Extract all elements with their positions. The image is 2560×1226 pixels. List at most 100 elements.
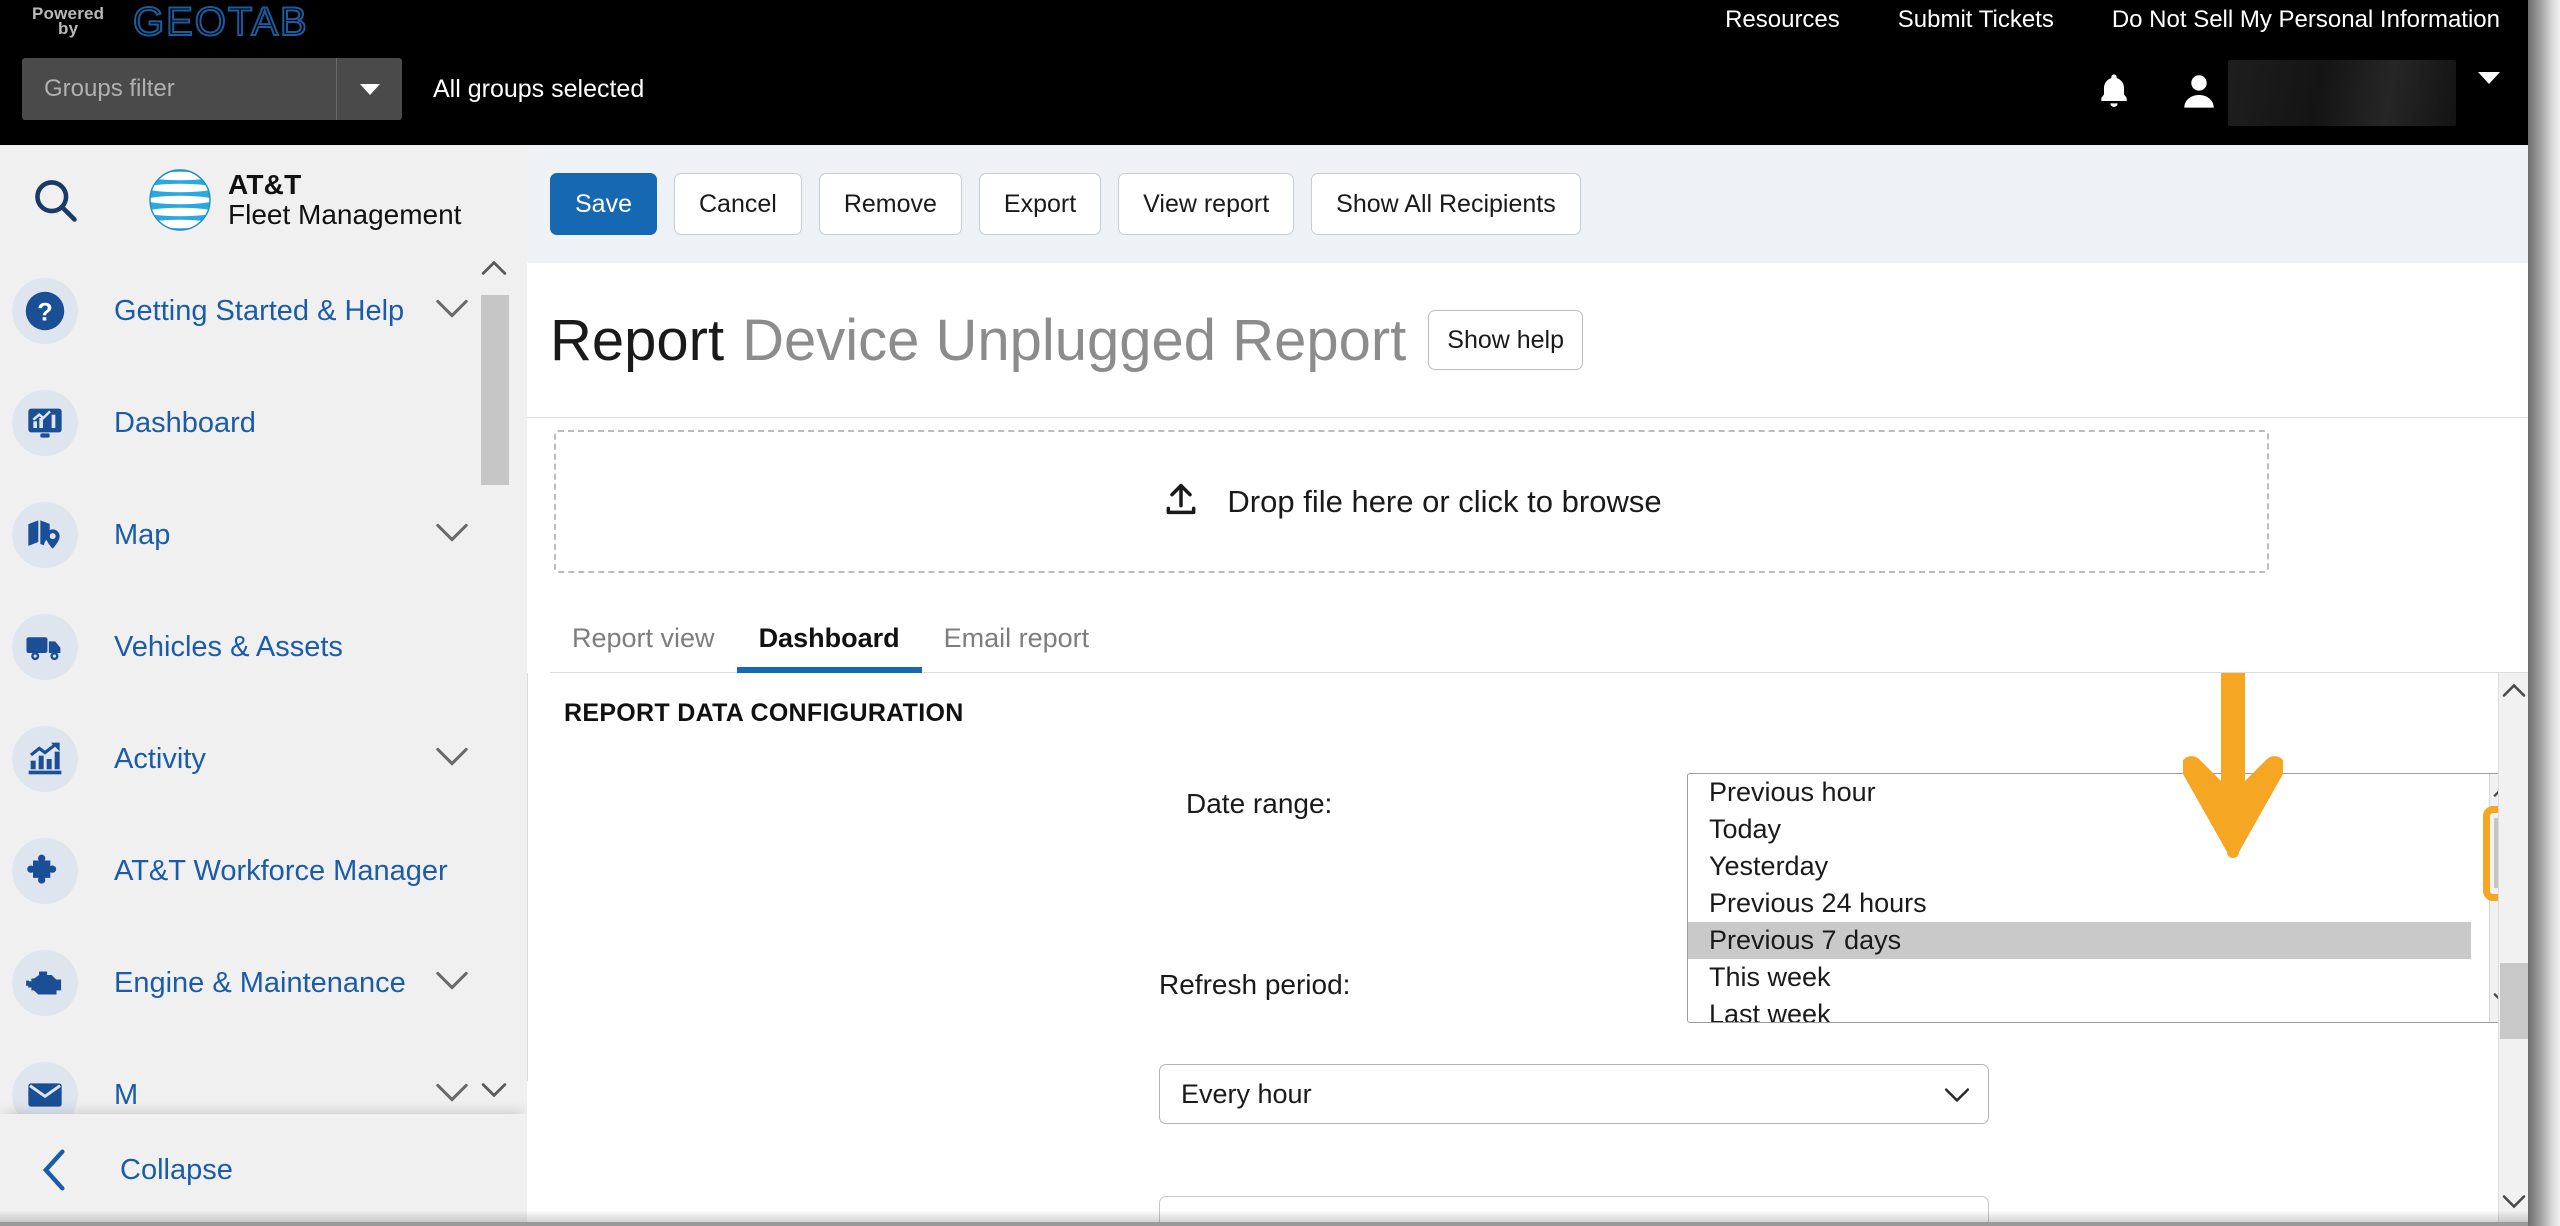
section-title: REPORT DATA CONFIGURATION	[564, 699, 964, 727]
envelope-icon	[12, 1062, 78, 1115]
groups-status-label: All groups selected	[433, 75, 645, 103]
sidebar-item-label: M	[114, 1078, 139, 1111]
top-nav-links: Resources Submit Tickets Do Not Sell My …	[1725, 6, 2500, 34]
scroll-down-icon[interactable]	[479, 1075, 509, 1105]
list-item[interactable]: Today	[1688, 811, 2505, 848]
chevron-down-icon[interactable]	[435, 747, 469, 772]
sidebar-item-label: AT&T Workforce Manager	[114, 854, 448, 887]
sidebar-collapse-button[interactable]: Collapse	[0, 1114, 527, 1226]
tab-report-view[interactable]: Report view	[550, 623, 737, 672]
sidebar-item-getting-started-help[interactable]: ? Getting Started & Help	[0, 255, 527, 367]
account-caret-down-icon[interactable]	[2478, 72, 2500, 102]
scroll-up-icon[interactable]	[2499, 675, 2529, 705]
sidebar-item-messages[interactable]: M	[0, 1039, 527, 1115]
svg-text:?: ?	[37, 298, 53, 326]
date-range-label: Date range:	[1186, 788, 1333, 819]
list-item[interactable]: Previous hour	[1688, 774, 2505, 811]
chevron-down-icon[interactable]	[435, 299, 469, 324]
panel-scrollbar-thumb[interactable]	[2500, 963, 2528, 1039]
sidebar-item-label: Getting Started & Help	[114, 294, 405, 327]
puzzle-piece-icon	[12, 838, 78, 904]
chevron-left-icon	[32, 1148, 78, 1192]
geotab-logo-text: GEOTAB	[132, 0, 309, 45]
list-item[interactable]: This week	[1688, 959, 2505, 996]
list-item[interactable]: Last week	[1688, 996, 2505, 1022]
show-help-button[interactable]: Show help	[1428, 310, 1584, 370]
search-icon[interactable]	[22, 167, 88, 233]
dropzone-label: Drop file here or click to browse	[1227, 483, 1662, 519]
engine-icon	[12, 950, 78, 1016]
report-tabs: Report view Dashboard Email report	[550, 603, 2528, 673]
collapse-label: Collapse	[120, 1153, 233, 1186]
sidebar-item-activity[interactable]: Activity	[0, 703, 527, 815]
powered-by-line2: by	[58, 19, 79, 38]
nav-link-do-not-sell[interactable]: Do Not Sell My Personal Information	[2112, 6, 2500, 34]
report-data-configuration-panel: REPORT DATA CONFIGURATION Date range: Pr…	[527, 673, 2505, 1081]
tab-dashboard[interactable]: Dashboard	[736, 623, 922, 673]
nav-link-resources[interactable]: Resources	[1725, 6, 1840, 34]
sidebar-item-map[interactable]: Map	[0, 479, 527, 591]
refresh-period-value: Every hour	[1181, 1078, 1312, 1109]
show-all-recipients-button[interactable]: Show All Recipients	[1311, 173, 1581, 235]
caret-down-icon	[359, 83, 380, 95]
report-toolbar: Save Cancel Remove Export View report Sh…	[527, 145, 2528, 263]
upload-icon	[1161, 479, 1201, 524]
att-globe-icon	[149, 169, 211, 231]
remove-button[interactable]: Remove	[818, 173, 962, 235]
question-mark-icon: ?	[12, 278, 78, 344]
geotab-logo: GEOTAB	[132, 0, 309, 45]
sidebar-item-label: Vehicles & Assets	[114, 630, 343, 663]
file-dropzone[interactable]: Drop file here or click to browse	[554, 430, 2269, 573]
sidebar-nav-list: ? Getting Started & Help Dashboard Map V…	[0, 255, 527, 1115]
chevron-down-icon[interactable]	[435, 523, 469, 548]
sidebar-item-vehicles-assets[interactable]: Vehicles & Assets	[0, 591, 527, 703]
page-title: Report	[550, 307, 725, 373]
sidebar-item-dashboard[interactable]: Dashboard	[0, 367, 527, 479]
sidebar-item-label: Dashboard	[114, 406, 256, 439]
date-range-listbox[interactable]: Previous hour Today Yesterday Previous 2…	[1687, 773, 2505, 1023]
user-avatar-icon[interactable]	[2178, 69, 2220, 118]
sidebar-item-label: Map	[114, 518, 171, 551]
window-scrollbar[interactable]	[2528, 0, 2560, 1226]
account-zone	[2094, 60, 2500, 126]
bell-icon[interactable]	[2094, 69, 2134, 118]
refresh-period-label: Refresh period:	[1159, 969, 1351, 1000]
panel-scrollbar[interactable]	[2498, 673, 2528, 1226]
top-black-bar: Powered by GEOTAB Groups filter All grou…	[0, 0, 2528, 145]
att-fleet-management-logo: AT&T Fleet Management	[148, 168, 461, 232]
list-item[interactable]: Previous 24 hours	[1688, 885, 2505, 922]
sidebar-item-label: Engine & Maintenance	[114, 966, 406, 999]
cancel-button[interactable]: Cancel	[673, 173, 802, 235]
view-report-button[interactable]: View report	[1118, 173, 1295, 235]
chevron-down-icon[interactable]	[435, 1083, 469, 1108]
tab-email-report[interactable]: Email report	[922, 623, 1112, 672]
chevron-down-icon[interactable]	[435, 971, 469, 996]
sidebar-scrollbar-thumb[interactable]	[481, 295, 509, 485]
bottom-edge	[0, 1222, 2528, 1226]
page-subtitle: Device Unplugged Report	[742, 307, 1407, 373]
nav-link-submit-tickets[interactable]: Submit Tickets	[1898, 6, 2054, 34]
chevron-down-icon	[1944, 1079, 1970, 1110]
list-item-selected[interactable]: Previous 7 days	[1688, 922, 2471, 959]
map-pin-icon	[12, 502, 78, 568]
scroll-down-icon[interactable]	[2499, 1186, 2529, 1216]
att-brand-line1: AT&T	[228, 168, 302, 200]
sidebar-item-engine-maintenance[interactable]: Engine & Maintenance	[0, 927, 527, 1039]
sidebar: AT&T Fleet Management ? Getting Started …	[0, 145, 527, 1226]
groups-filter[interactable]: Groups filter	[22, 58, 402, 120]
sidebar-header: AT&T Fleet Management	[0, 145, 527, 255]
export-button[interactable]: Export	[978, 173, 1102, 235]
refresh-period-select[interactable]: Every hour	[1159, 1064, 1989, 1124]
truck-icon	[12, 614, 78, 680]
save-button[interactable]: Save	[550, 173, 657, 235]
groups-filter-input[interactable]: Groups filter	[22, 75, 336, 103]
sidebar-item-att-workforce-manager[interactable]: AT&T Workforce Manager	[0, 815, 527, 927]
powered-by-label: Powered by	[32, 5, 104, 38]
list-item[interactable]: Yesterday	[1688, 848, 2505, 885]
page-title-area: Report Device Unplugged Report Show help	[527, 263, 2528, 418]
bar-chart-trend-icon	[12, 726, 78, 792]
sidebar-scrollbar[interactable]	[479, 253, 509, 1105]
groups-filter-dropdown-button[interactable]	[336, 58, 402, 120]
monitor-chart-icon	[12, 390, 78, 456]
scroll-up-icon[interactable]	[479, 253, 509, 283]
